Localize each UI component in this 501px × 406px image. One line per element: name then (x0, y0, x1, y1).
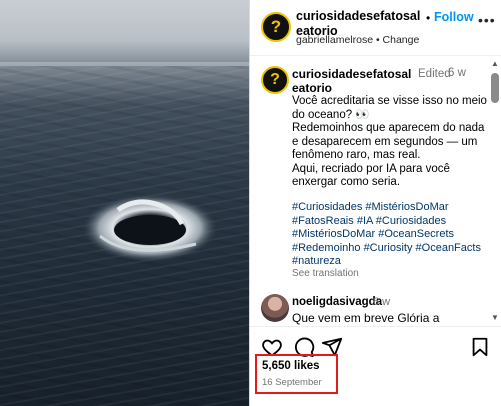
post-side-panel: ? curiosidadesefatosaleatorio • Follow g… (249, 0, 501, 406)
commenter-username[interactable]: noeligdasivagda (292, 296, 382, 308)
action-bar (250, 326, 501, 358)
hashtag-link[interactable]: #IA (357, 215, 373, 227)
hashtag-link[interactable]: #Curiosidades (292, 201, 362, 213)
hashtag-link[interactable]: #Redemoinho (292, 242, 361, 254)
scrollbar-thumb[interactable] (491, 73, 499, 103)
scroll-down-arrow-icon[interactable]: ▼ (490, 313, 500, 323)
comment-text: Que vem em breve Glória a (292, 311, 440, 325)
edited-label: Edited (418, 68, 451, 80)
hashtag-link[interactable]: #Curiosity (364, 242, 413, 254)
separator-dot: • (426, 11, 431, 25)
caption-timestamp: 6 w (448, 67, 466, 79)
caption-line: Aqui, recriado por IA para você enxergar… (292, 162, 454, 189)
follow-button[interactable]: Follow (434, 10, 474, 24)
highlight-box (255, 354, 338, 394)
bookmark-icon[interactable] (469, 336, 491, 358)
caption-text: Você acreditaria se visse isso no meio d… (292, 95, 492, 190)
post-header: ? curiosidadesefatosaleatorio • Follow g… (250, 0, 501, 56)
comment-timestamp: 6 w (373, 296, 391, 308)
hashtag-link[interactable]: #Curiosidades (376, 215, 446, 227)
caption-line: Redemoinhos que aparecem do nada e desap… (292, 122, 488, 161)
commenter-avatar[interactable] (261, 294, 289, 322)
scroll-up-arrow-icon[interactable]: ▲ (490, 59, 500, 69)
audio-attribution[interactable]: gabriellamelrose • Change (296, 34, 419, 46)
hashtag-link[interactable]: #OceanSecrets (378, 228, 454, 240)
hashtag-link[interactable]: #MistériosDoMar (292, 228, 375, 240)
post-video[interactable] (0, 0, 249, 406)
hashtag-link[interactable]: #natureza (292, 255, 341, 267)
whirlpool (82, 194, 218, 262)
hashtag-list: #Curiosidades #MistériosDoMar #FatosReai… (292, 201, 492, 269)
comments-section: ? curiosidadesefatosaleatorio Edited 6 w… (250, 57, 501, 327)
caption-author-avatar[interactable]: ? (261, 66, 289, 94)
caption-username[interactable]: curiosidadesefatosaleatorio (292, 67, 412, 95)
hashtag-link[interactable]: #MistériosDoMar (365, 201, 448, 213)
see-translation-link[interactable]: See translation (292, 268, 359, 279)
author-avatar[interactable]: ? (261, 12, 291, 42)
more-options-icon[interactable]: ••• (478, 12, 496, 28)
hashtag-link[interactable]: #OceanFacts (416, 242, 481, 254)
caption-line: Você acreditaria se visse isso no meio d… (292, 95, 491, 121)
hashtag-link[interactable]: #FatosReais (292, 215, 354, 227)
